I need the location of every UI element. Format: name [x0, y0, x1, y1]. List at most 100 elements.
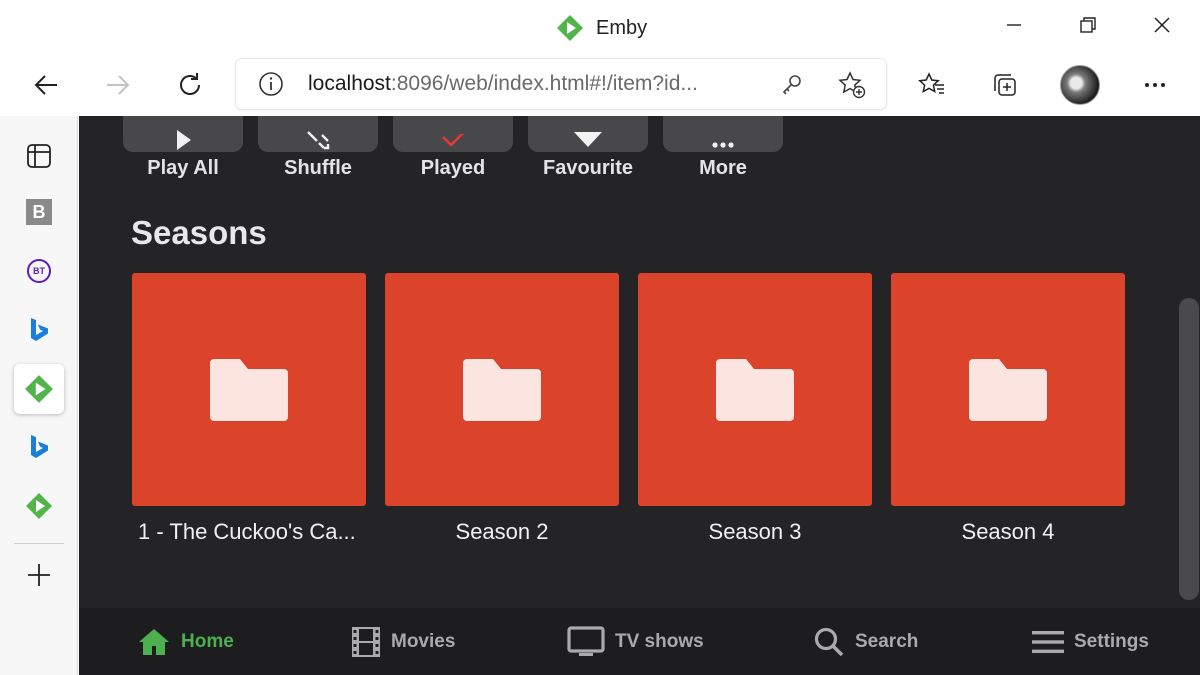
search-icon [814, 627, 844, 656]
played-label: Played [420, 157, 486, 179]
folder-icon [969, 358, 1047, 421]
favorites-icon [918, 72, 944, 94]
shuffle-button-bg [258, 116, 378, 152]
key-icon[interactable] [780, 72, 804, 96]
add-favorite-icon[interactable] [838, 71, 866, 99]
sidebar-add-button[interactable] [14, 550, 64, 600]
tab-actions-icon [27, 144, 51, 168]
sidebar-tabs-button[interactable] [14, 131, 64, 181]
favorites-button[interactable] [909, 62, 955, 108]
favourite-button-bg [528, 116, 648, 152]
season-card[interactable]: Season 2 [385, 273, 619, 545]
browser-window: Emby localhost:8096/web/index.html#!/ite… [0, 0, 1200, 675]
play-all-button[interactable]: Play All [123, 116, 243, 180]
season-title[interactable]: 1 - The Cuckoo's Ca... [132, 519, 366, 545]
sidebar-item-b[interactable]: B [14, 187, 64, 237]
close-button[interactable] [1124, 0, 1200, 50]
address-path: :8096/web/index.html#!/item?id... [390, 72, 698, 95]
heart-icon [574, 132, 602, 147]
bt-badge: BT [27, 259, 51, 283]
seasons-heading: Seasons [131, 214, 267, 251]
season-thumbnail[interactable] [638, 273, 872, 506]
restore-button[interactable] [1050, 0, 1126, 50]
browser-sidebar: B BT [0, 116, 78, 675]
season-thumbnail[interactable] [385, 273, 619, 506]
shuffle-button[interactable]: Shuffle [258, 116, 378, 180]
minimize-button[interactable] [976, 0, 1052, 50]
sidebar-item-bing-2[interactable] [14, 422, 64, 472]
minimize-icon [1007, 24, 1021, 26]
nav-search[interactable]: Search [813, 608, 918, 675]
more-horizontal-icon [1145, 83, 1165, 87]
emby-logo-icon [557, 15, 583, 41]
nav-tv-shows-label: TV shows [615, 630, 704, 652]
nav-settings[interactable]: Settings [1032, 608, 1149, 675]
scrollbar-thumb[interactable] [1179, 298, 1199, 600]
play-all-button-bg [123, 116, 243, 152]
nav-search-label: Search [855, 630, 919, 652]
back-button[interactable] [23, 62, 69, 108]
shuffle-label: Shuffle [284, 157, 352, 179]
season-card[interactable]: Season 4 [891, 273, 1125, 545]
sidebar-item-emby[interactable] [14, 364, 64, 414]
folder-icon [463, 358, 541, 421]
season-title[interactable]: Season 4 [891, 519, 1125, 545]
window-title: Emby [556, 14, 647, 42]
more-button[interactable]: More [663, 116, 783, 180]
bing-icon [31, 318, 48, 341]
emby-content: Play All Shuffle Played Favourite More S… [79, 116, 1200, 608]
emby-icon [25, 375, 53, 403]
sidebar-item-bing[interactable] [14, 305, 64, 355]
home-icon [139, 628, 169, 655]
refresh-button[interactable] [167, 62, 213, 108]
bottom-navigation: Home Movies TV shows Search Settings [79, 608, 1200, 675]
played-button-bg [393, 116, 513, 152]
shuffle-icon [307, 131, 330, 150]
nav-movies-label: Movies [391, 630, 456, 652]
sidebar-item-emby-2[interactable] [14, 481, 64, 531]
settings-more-button[interactable] [1132, 62, 1178, 108]
film-icon [352, 626, 380, 657]
favourite-label: Favourite [542, 157, 634, 179]
collections-icon [994, 74, 1016, 96]
folder-icon [716, 358, 794, 421]
season-title[interactable]: Season 2 [385, 519, 619, 545]
season-card[interactable]: Season 3 [638, 273, 872, 545]
emby-icon [26, 493, 52, 519]
nav-home-label: Home [181, 630, 234, 652]
play-icon [177, 130, 191, 150]
more-icon [712, 142, 734, 148]
nav-tv-shows[interactable]: TV shows [567, 608, 704, 675]
more-button-bg [663, 116, 783, 152]
bing-icon [31, 435, 48, 458]
play-all-label: Play All [147, 157, 219, 179]
forward-button[interactable] [95, 62, 141, 108]
b-badge: B [26, 199, 52, 225]
season-thumbnail[interactable] [132, 273, 366, 506]
collections-button[interactable] [982, 62, 1028, 108]
info-icon [259, 72, 283, 96]
forward-arrow-icon [107, 75, 130, 95]
nav-settings-label: Settings [1074, 630, 1149, 652]
browser-toolbar: localhost:8096/web/index.html#!/item?id.… [0, 54, 1200, 116]
more-label: More [699, 157, 747, 179]
window-title-text: Emby [596, 16, 648, 39]
season-title[interactable]: Season 3 [638, 519, 872, 545]
tv-icon [567, 625, 605, 656]
nav-movies[interactable]: Movies [351, 608, 455, 675]
refresh-icon [180, 73, 200, 95]
season-card[interactable]: 1 - The Cuckoo's Ca... [132, 273, 366, 545]
title-bar: Emby [0, 0, 1200, 54]
season-thumbnail[interactable] [891, 273, 1125, 506]
menu-icon [1032, 630, 1064, 653]
folder-icon [210, 358, 288, 421]
sidebar-item-bt[interactable]: BT [14, 246, 64, 296]
sidebar-divider [14, 543, 64, 544]
profile-avatar[interactable] [1060, 65, 1100, 105]
restore-icon [1080, 17, 1096, 33]
address-bar[interactable]: localhost:8096/web/index.html#!/item?id.… [236, 59, 886, 109]
nav-home[interactable]: Home [137, 608, 234, 675]
played-button[interactable]: Played [393, 116, 513, 180]
favourite-button[interactable]: Favourite [528, 116, 648, 180]
address-text: localhost:8096/web/index.html#!/item?id.… [308, 72, 748, 96]
